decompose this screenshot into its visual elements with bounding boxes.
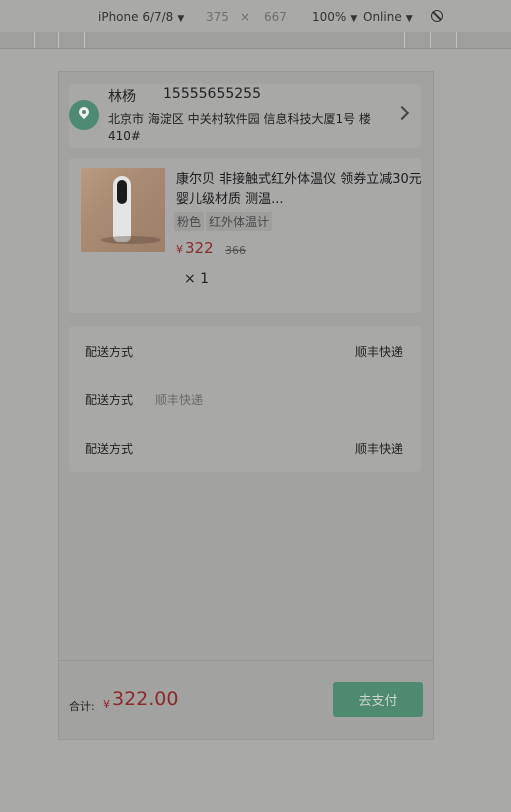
zoom-value: 100% bbox=[312, 10, 347, 24]
width-input[interactable]: 375 bbox=[206, 10, 229, 24]
shipping-value[interactable]: 顺丰快递 bbox=[355, 343, 403, 360]
phone-viewport: 林杨 15555655255 北京市 海淀区 中关村软件园 信息科技大厦1号 楼… bbox=[58, 71, 434, 740]
original-price: 366 bbox=[225, 244, 246, 257]
device-caret-icon: ▼ bbox=[177, 14, 185, 24]
shipping-card: 配送方式 顺丰快递 配送方式 顺丰快递 配送方式 顺丰快递 bbox=[69, 326, 421, 472]
shipping-value[interactable]: 顺丰快递 bbox=[155, 391, 203, 408]
network-caret-icon: ▼ bbox=[405, 14, 413, 24]
price-value: 322 bbox=[185, 239, 214, 257]
pay-button[interactable]: 去支付 bbox=[333, 682, 423, 717]
spec-color: 粉色 bbox=[174, 212, 205, 231]
recipient-phone: 15555655255 bbox=[163, 86, 261, 102]
product-quantity: × 1 bbox=[184, 271, 210, 287]
product-price: ¥322 bbox=[176, 239, 214, 257]
disable-throttle-icon[interactable] bbox=[431, 10, 443, 22]
zoom-caret-icon: ▼ bbox=[350, 14, 358, 24]
total-amount: 322.00 bbox=[112, 688, 179, 710]
address-line: 北京市 海淀区 中关村软件园 信息科技大厦1号 楼410# bbox=[108, 112, 371, 143]
dimension-separator: × bbox=[240, 10, 251, 24]
network-select[interactable]: Online ▼ bbox=[363, 10, 413, 24]
total-currency: ¥ bbox=[103, 698, 110, 711]
address-card[interactable]: 林杨 15555655255 北京市 海淀区 中关村软件园 信息科技大厦1号 楼… bbox=[69, 84, 421, 148]
spec-type: 红外体温计 bbox=[206, 212, 273, 231]
total-label: 合计: bbox=[69, 700, 95, 713]
device-name: iPhone 6/7/8 bbox=[98, 10, 174, 24]
checkout-bar: 合计: ¥ 322.00 去支付 bbox=[59, 660, 433, 740]
recipient-name: 林杨 bbox=[108, 89, 136, 105]
media-query-ruler bbox=[0, 32, 511, 49]
price-currency: ¥ bbox=[176, 243, 183, 256]
shipping-label: 配送方式 bbox=[85, 442, 134, 456]
product-title: 康尔贝 非接触式红外体温仪 领券立减30元 婴儿级材质 测温... bbox=[176, 172, 422, 207]
shipping-value[interactable]: 顺丰快递 bbox=[355, 440, 403, 457]
product-image bbox=[81, 168, 165, 252]
zoom-select[interactable]: 100% ▼ bbox=[312, 10, 357, 24]
chevron-right-icon bbox=[394, 105, 410, 121]
height-input[interactable]: 667 bbox=[264, 10, 287, 24]
device-select[interactable]: iPhone 6/7/8 ▼ bbox=[98, 10, 184, 24]
shipping-label: 配送方式 bbox=[85, 393, 134, 407]
device-toolbar: iPhone 6/7/8 ▼ 375 × 667 100% ▼ Online ▼ bbox=[0, 0, 511, 32]
product-card: 康尔贝 非接触式红外体温仪 领券立减30元 婴儿级材质 测温... 粉色 红外体… bbox=[69, 158, 422, 313]
location-pin-icon bbox=[69, 100, 99, 130]
network-value: Online bbox=[363, 10, 402, 24]
shipping-label: 配送方式 bbox=[85, 345, 134, 359]
